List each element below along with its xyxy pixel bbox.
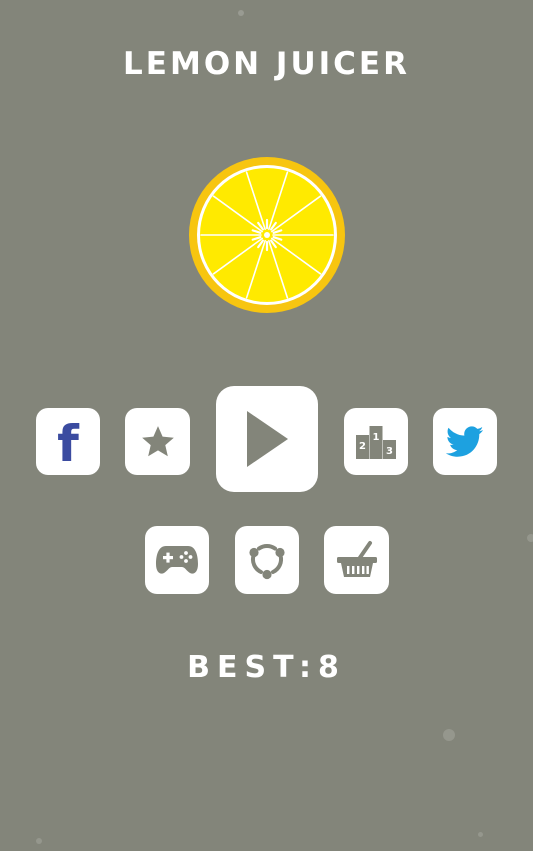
leaderboard-button[interactable]: 2 1 3 <box>344 408 408 475</box>
best-score-value: 8 <box>317 650 346 685</box>
share-icon <box>249 543 285 580</box>
background-bubble <box>238 10 244 16</box>
play-icon <box>247 411 288 467</box>
facebook-icon: f <box>57 414 79 473</box>
background-bubble <box>527 534 533 542</box>
share-button[interactable] <box>235 526 299 594</box>
basket-icon <box>336 541 377 577</box>
more-games-button[interactable] <box>145 526 209 594</box>
best-score-separator: : <box>298 650 318 685</box>
podium-rank-3: 3 <box>386 446 393 457</box>
best-score-label: BEST <box>187 650 299 685</box>
twitter-bird-icon <box>446 425 484 457</box>
shop-button[interactable] <box>324 526 389 594</box>
podium-rank-2: 2 <box>359 441 366 452</box>
gamepad-icon <box>156 546 198 574</box>
star-icon <box>141 425 174 456</box>
best-score: BEST:8 <box>0 650 533 685</box>
podium-icon: 2 1 3 <box>356 425 396 459</box>
background-bubble <box>443 729 455 741</box>
podium-rank-1: 1 <box>373 432 380 443</box>
play-button[interactable] <box>216 386 318 492</box>
background-bubble <box>478 832 483 837</box>
twitter-button[interactable] <box>433 408 497 475</box>
facebook-button[interactable]: f <box>36 408 100 475</box>
game-title: LEMON JUICER <box>123 46 410 82</box>
rate-button[interactable] <box>125 408 190 475</box>
background-bubble <box>36 838 42 844</box>
lemon-slice-logo <box>189 157 345 313</box>
